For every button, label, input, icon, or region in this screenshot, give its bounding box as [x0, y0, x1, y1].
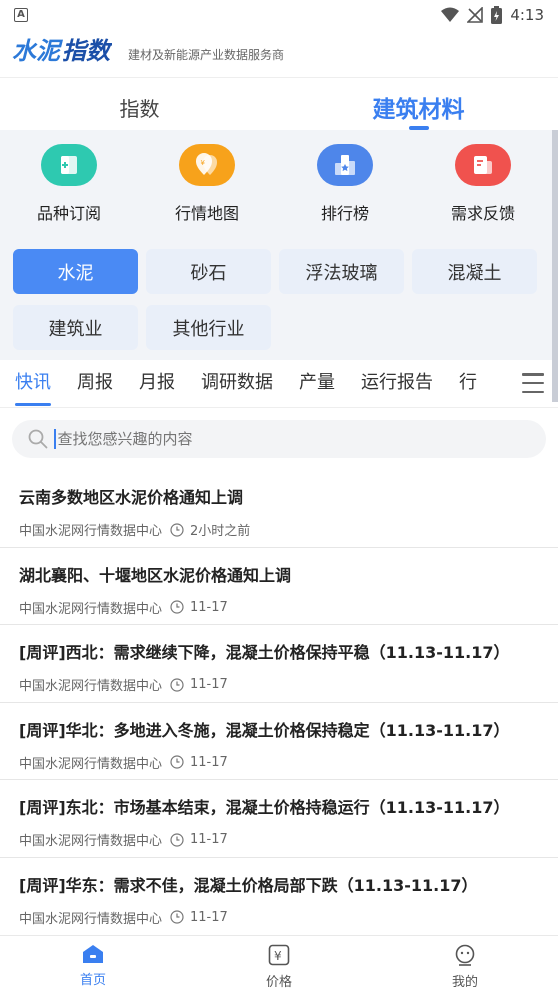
quick-actions: 品种订阅 ¥ 行情地图 排行榜 需求反馈: [0, 130, 552, 234]
category-other-industries[interactable]: 其他行业: [146, 305, 271, 350]
tab-operation-report[interactable]: 运行报告: [361, 360, 433, 408]
map-icon: ¥: [179, 144, 235, 186]
category-concrete[interactable]: 混凝土: [412, 249, 537, 294]
news-source: 中国水泥网行情数据中心: [19, 911, 163, 927]
tab-index[interactable]: 指数: [0, 80, 279, 130]
quick-action-label: 行情地图: [174, 204, 239, 223]
news-time: 11-17: [190, 832, 228, 847]
news-item[interactable]: 湖北襄阳、十堰地区水泥价格通知上调 中国水泥网行情数据中心 11-17: [0, 548, 558, 625]
quick-action-label: 需求反馈: [450, 204, 515, 223]
svg-text:水泥: 水泥: [12, 37, 64, 65]
text-caret: [54, 429, 56, 449]
clock-icon: [170, 677, 184, 692]
profile-icon: [455, 944, 475, 966]
wifi-icon: [441, 7, 460, 22]
clock-icon: [170, 600, 184, 614]
news-item[interactable]: [周评]华北：多地进入冬施，混凝土价格保持稳定（11.13-11.17） 中国水…: [0, 703, 558, 780]
news-title: [周评]东北：市场基本结束，混凝土价格持稳运行（11.13-11.17）: [19, 798, 510, 817]
clock-icon: [170, 910, 184, 924]
category-cement[interactable]: 水泥: [13, 249, 138, 294]
main-tabs: 指数 建筑材料: [0, 80, 558, 130]
price-icon: ¥: [268, 944, 290, 966]
logo-mark: 水泥 指数: [12, 37, 112, 65]
nav-home[interactable]: 首页: [0, 936, 186, 993]
news-title: [周评]西北：需求继续下降，混凝土价格保持平稳（11.13-11.17）: [19, 643, 510, 662]
news-source: 中国水泥网行情数据中心: [19, 524, 163, 539]
clock-icon: [170, 832, 184, 847]
quick-action-feedback[interactable]: 需求反馈: [414, 130, 552, 234]
category-sand-gravel[interactable]: 砂石: [146, 249, 271, 294]
search-bar[interactable]: [12, 420, 546, 458]
tab-output[interactable]: 产量: [299, 360, 335, 408]
news-source: 中国水泥网行情数据中心: [19, 834, 163, 849]
news-time: 11-17: [190, 909, 228, 925]
no-signal-icon: [467, 7, 484, 23]
clock-icon: [170, 522, 184, 537]
quick-action-label: 排行榜: [320, 204, 369, 223]
tab-monthly[interactable]: 月报: [139, 360, 175, 408]
home-icon: [83, 945, 103, 963]
tab-partial[interactable]: 行: [459, 360, 477, 408]
news-title: [周评]华东：需求不佳，混凝土价格局部下跌（11.13-11.17）: [19, 875, 478, 895]
feedback-icon: [455, 144, 511, 186]
news-time: 2小时之前: [190, 524, 251, 539]
battery-icon: [491, 6, 503, 24]
nav-label: 首页: [79, 973, 106, 988]
news-list: 云南多数地区水泥价格通知上调 中国水泥网行情数据中心 2小时之前 湖北襄阳、十堰…: [0, 470, 558, 935]
news-item[interactable]: [周评]西北：需求继续下降，混凝土价格保持平稳（11.13-11.17） 中国水…: [0, 625, 558, 703]
subscribe-icon: [41, 144, 97, 186]
news-source: 中国水泥网行情数据中心: [19, 756, 163, 772]
app-header: 水泥 指数 建材及新能源产业数据服务商: [0, 30, 558, 78]
nav-price[interactable]: ¥ 价格: [186, 936, 372, 993]
category-construction[interactable]: 建筑业: [13, 305, 138, 350]
notification-badge-icon: A: [14, 8, 28, 22]
news-item[interactable]: 云南多数地区水泥价格通知上调 中国水泥网行情数据中心 2小时之前: [0, 470, 558, 548]
tab-weekly[interactable]: 周报: [77, 360, 113, 408]
tab-building-materials[interactable]: 建筑材料: [279, 80, 558, 130]
news-title: 云南多数地区水泥价格通知上调: [19, 488, 244, 507]
bottom-nav: 首页 ¥ 价格 我的: [0, 935, 558, 993]
nav-label: 价格: [265, 975, 292, 990]
search-icon: [28, 429, 48, 449]
news-time: 11-17: [190, 754, 228, 770]
nav-label: 我的: [451, 975, 478, 990]
news-item[interactable]: [周评]东北：市场基本结束，混凝土价格持稳运行（11.13-11.17） 中国水…: [0, 780, 558, 858]
news-time: 11-17: [190, 599, 228, 615]
svg-text:¥: ¥: [201, 159, 206, 167]
quick-action-market-map[interactable]: ¥ 行情地图: [138, 130, 276, 234]
svg-text:¥: ¥: [274, 949, 282, 963]
status-bar: A 4:13: [0, 0, 558, 30]
tab-research-data[interactable]: 调研数据: [201, 360, 273, 408]
clock-icon: [170, 755, 184, 769]
quick-action-subscribe[interactable]: 品种订阅: [0, 130, 138, 234]
category-panel: 水泥 砂石 浮法玻璃 混凝土 建筑业 其他行业: [0, 234, 552, 360]
ranking-icon: [317, 144, 373, 186]
quick-action-label: 品种订阅: [36, 204, 101, 223]
nav-profile[interactable]: 我的: [372, 936, 558, 993]
tab-flash-news[interactable]: 快讯: [15, 360, 51, 408]
sub-tabs: 快讯 周报 月报 调研数据 产量 运行报告 行: [0, 360, 558, 408]
news-title: [周评]华北：多地进入冬施，混凝土价格保持稳定（11.13-11.17）: [19, 720, 510, 740]
menu-icon[interactable]: [522, 373, 544, 393]
search-input[interactable]: [57, 430, 498, 448]
news-item[interactable]: [周评]华东：需求不佳，混凝土价格局部下跌（11.13-11.17） 中国水泥网…: [0, 858, 558, 936]
svg-text:指数: 指数: [62, 37, 112, 65]
news-time: 11-17: [190, 677, 228, 692]
clock-time: 4:13: [510, 6, 544, 24]
app-logo: 水泥 指数: [12, 33, 112, 67]
quick-action-ranking[interactable]: 排行榜: [276, 130, 414, 234]
news-source: 中国水泥网行情数据中心: [19, 679, 163, 694]
news-title: 湖北襄阳、十堰地区水泥价格通知上调: [19, 565, 292, 585]
category-float-glass[interactable]: 浮法玻璃: [279, 249, 404, 294]
news-source: 中国水泥网行情数据中心: [19, 601, 163, 617]
header-slogan: 建材及新能源产业数据服务商: [128, 48, 285, 62]
